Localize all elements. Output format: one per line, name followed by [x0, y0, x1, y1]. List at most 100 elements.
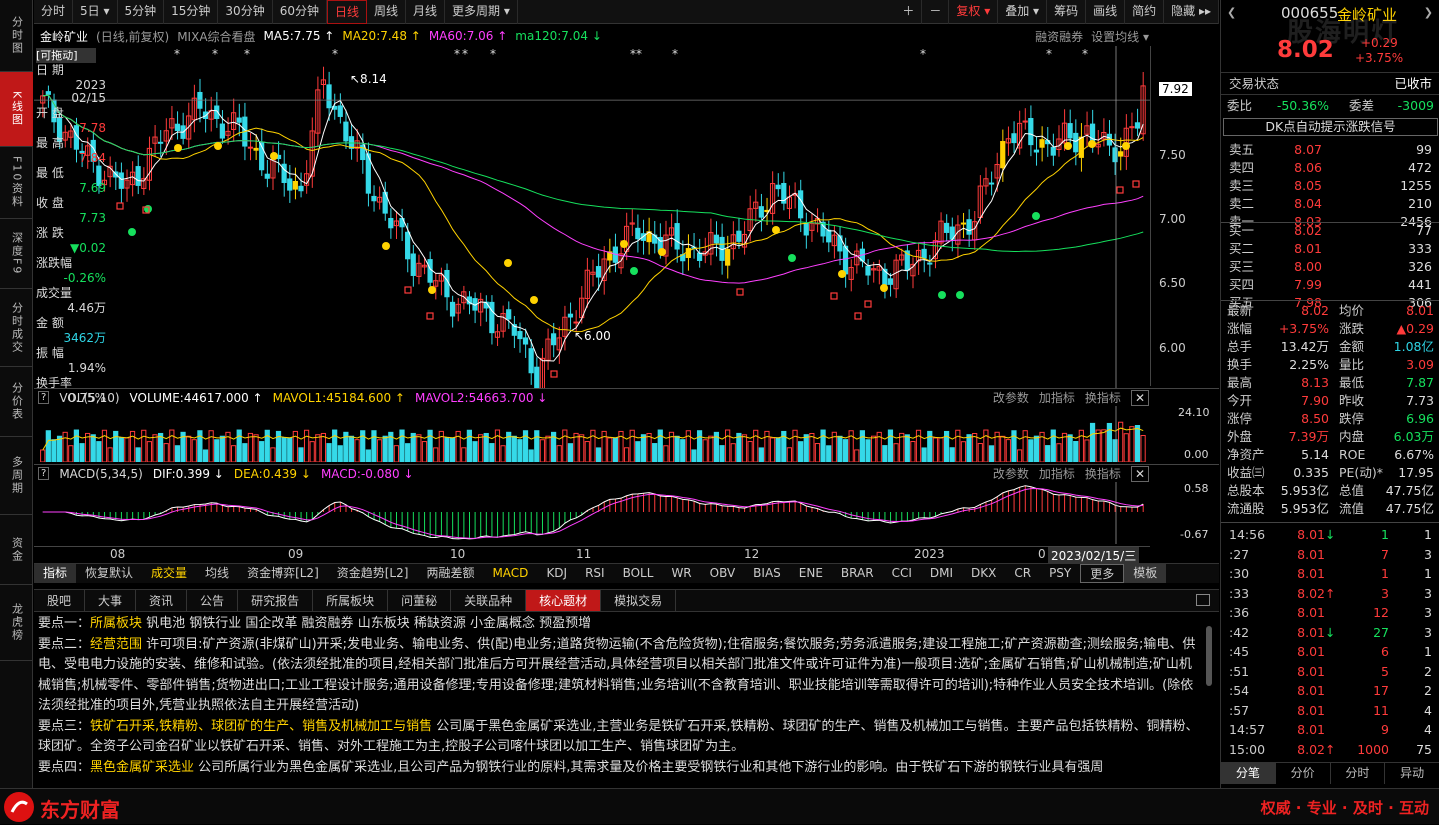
indicator-tab[interactable]: DKX	[962, 564, 1005, 583]
nav-multi-period[interactable]: 多周期	[0, 437, 33, 515]
macd-y-top: 0.58	[1184, 482, 1209, 495]
indicator-tab[interactable]: WR	[662, 564, 700, 583]
tick-tab[interactable]: 异动	[1385, 763, 1439, 784]
margin-label[interactable]: 融资融券	[1035, 28, 1083, 45]
indicator-tab[interactable]: 资金博弈[L2]	[238, 564, 328, 583]
indicator-tab[interactable]: BIAS	[744, 564, 790, 583]
volume-bar	[955, 429, 961, 462]
period-15min[interactable]: 15分钟	[164, 0, 219, 24]
info-tab[interactable]: 资讯	[136, 590, 188, 611]
info-tab[interactable]: 所属板块	[313, 590, 389, 611]
macd-edit-params[interactable]: 改参数	[993, 465, 1029, 482]
indicator-tab[interactable]: 均线	[196, 564, 238, 583]
volume-bar	[545, 435, 551, 462]
tick-tab[interactable]: 分笔	[1221, 763, 1276, 784]
chips-button[interactable]: 筹码	[1047, 0, 1087, 24]
period-monthly[interactable]: 月线	[406, 0, 446, 24]
indicator-tab[interactable]: BOLL	[614, 564, 663, 583]
candle-body	[758, 206, 764, 218]
info-tab[interactable]: 股吧	[34, 590, 86, 611]
tick-tab[interactable]: 分价	[1276, 763, 1331, 784]
indicator-tab[interactable]: 更多	[1080, 564, 1125, 583]
indicator-tab[interactable]: 模板	[1124, 564, 1167, 583]
y-tick: 7.92	[1159, 82, 1192, 96]
indicator-tab[interactable]: 指标	[34, 564, 77, 583]
volume-bar	[1084, 439, 1090, 462]
info-tab[interactable]: 模拟交易	[601, 590, 677, 611]
adjust-button[interactable]: 复权 ▾	[949, 0, 999, 24]
zoom-in-button[interactable]: ＋	[895, 0, 923, 24]
hide-button[interactable]: 隐藏 ▸▸	[1164, 0, 1219, 24]
help-icon[interactable]: ?	[38, 467, 50, 480]
sell-signal-dot	[1032, 212, 1040, 220]
minimize-icon[interactable]	[1196, 594, 1210, 606]
nav-kline[interactable]: K线图	[0, 72, 33, 147]
nav-depth[interactable]: 深度F9	[0, 219, 33, 289]
candle-body	[635, 227, 641, 240]
help-icon[interactable]: ?	[38, 391, 50, 404]
kline-chart[interactable]: * * * * * * * * * * * * *↖8.14↖6.00	[34, 46, 1150, 388]
y-tick: 6.00	[1159, 341, 1186, 355]
macd-change-indicator[interactable]: 换指标	[1085, 465, 1121, 482]
indicator-tab[interactable]: CCI	[883, 564, 921, 583]
info-tab[interactable]: 关联品种	[451, 590, 527, 611]
scrollbar[interactable]	[1206, 626, 1212, 686]
period-daily[interactable]: 日线	[326, 0, 367, 24]
indicator-tab[interactable]: 两融差额	[417, 564, 483, 583]
indicator-tab[interactable]: 成交量	[142, 564, 196, 583]
nav-price-table[interactable]: 分价表	[0, 367, 33, 437]
order-level: 买一 8.02 77	[1229, 223, 1432, 238]
indicator-tab[interactable]: OBV	[701, 564, 745, 583]
vol-change-indicator[interactable]: 换指标	[1085, 389, 1121, 406]
indicator-tab[interactable]: KDJ	[537, 564, 576, 583]
tick-tab[interactable]: 分时	[1331, 763, 1386, 784]
info-tab[interactable]: 大事	[85, 590, 137, 611]
back-icon[interactable]: ❮	[1227, 6, 1236, 19]
nav-trades[interactable]: 分时成交	[0, 289, 33, 367]
drag-label[interactable]: [可拖动]	[36, 48, 96, 63]
ma-setting-button[interactable]: 设置均线 ▾	[1091, 28, 1149, 45]
close-icon[interactable]: ✕	[1130, 389, 1149, 406]
info-tab[interactable]: 公告	[187, 590, 239, 611]
indicator-tab[interactable]: BRAR	[832, 564, 883, 583]
forward-icon[interactable]: ❯	[1424, 6, 1433, 19]
close-icon[interactable]: ✕	[1130, 465, 1149, 482]
period-more[interactable]: 更多周期 ▾	[445, 0, 518, 24]
info-tab[interactable]: 研究报告	[238, 590, 314, 611]
indicator-tab[interactable]: ENE	[790, 564, 832, 583]
indicator-tab[interactable]: CR	[1005, 564, 1040, 583]
volume-bar	[887, 429, 894, 462]
nav-f10[interactable]: F10资料	[0, 147, 33, 219]
zoom-out-button[interactable]: －	[922, 0, 950, 24]
period-weekly[interactable]: 周线	[367, 0, 407, 24]
indicator-tab[interactable]: PSY	[1040, 564, 1080, 583]
period-fenshi[interactable]: 分时	[34, 0, 74, 24]
dk-signal-button[interactable]: DK点自动提示涨跌信号	[1223, 118, 1438, 136]
indicator-tab[interactable]: MACD	[483, 564, 537, 583]
mixa-label[interactable]: MIXA综合看盘	[177, 28, 255, 45]
tick-row: :54 8.01 17 2	[1229, 683, 1432, 698]
info-tab[interactable]: 核心题材	[526, 590, 602, 611]
overlay-button[interactable]: 叠加 ▾	[998, 0, 1048, 24]
period-60min[interactable]: 60分钟	[273, 0, 327, 24]
indicator-tab[interactable]: RSI	[576, 564, 614, 583]
indicator-tab[interactable]: 恢复默认	[76, 564, 142, 583]
macd-add-indicator[interactable]: 加指标	[1039, 465, 1075, 482]
period-5min[interactable]: 5分钟	[118, 0, 165, 24]
candle-body	[343, 121, 349, 142]
nav-funds[interactable]: 资金	[0, 515, 33, 585]
simple-button[interactable]: 简约	[1125, 0, 1165, 24]
signal-star: *	[244, 47, 250, 61]
indicator-tab[interactable]: DMI	[921, 564, 962, 583]
period-30min[interactable]: 30分钟	[218, 0, 273, 24]
footer-bar: 东方财富 权威 · 专业 · 及时 · 互动	[0, 788, 1439, 824]
candle-body	[427, 259, 433, 283]
draw-button[interactable]: 画线	[1086, 0, 1126, 24]
vol-edit-params[interactable]: 改参数	[993, 389, 1029, 406]
nav-fenshi[interactable]: 分时图	[0, 0, 33, 72]
vol-add-indicator[interactable]: 加指标	[1039, 389, 1075, 406]
period-5day[interactable]: 5日 ▾	[73, 0, 118, 24]
indicator-tab[interactable]: 资金趋势[L2]	[328, 564, 418, 583]
info-tab[interactable]: 问董秘	[388, 590, 452, 611]
nav-dragon-tiger[interactable]: 龙虎榜	[0, 585, 33, 661]
